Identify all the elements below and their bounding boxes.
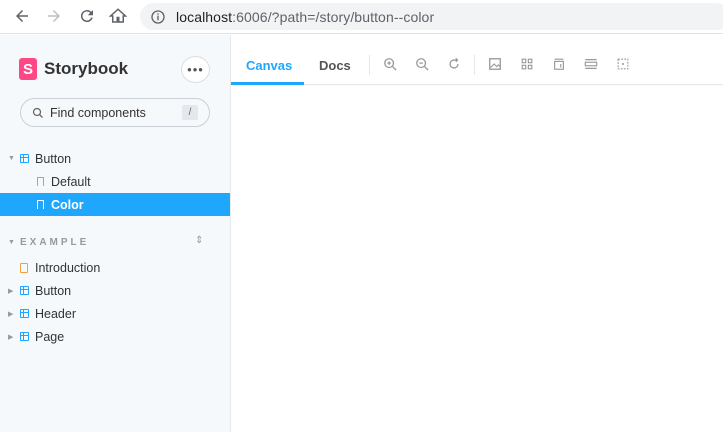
viewport-icon[interactable] — [552, 57, 566, 71]
zoom-in-icon[interactable] — [383, 57, 397, 71]
reload-icon[interactable] — [76, 5, 98, 27]
brand[interactable]: S Storybook — [19, 58, 128, 80]
brand-name: Storybook — [44, 59, 129, 78]
tree-item-introduction[interactable]: Introduction — [0, 256, 230, 279]
storybook-logo-icon: S — [19, 58, 37, 80]
tree-item-label: Header — [35, 306, 76, 321]
tree-item-default[interactable]: Default — [0, 170, 230, 193]
tree-item-page[interactable]: ▶ Page — [0, 325, 230, 348]
menu-button[interactable]: ••• — [181, 56, 210, 83]
background-icon[interactable] — [488, 57, 502, 71]
canvas-area[interactable] — [231, 86, 723, 432]
search-field[interactable]: Find components / — [20, 98, 210, 127]
search-icon — [32, 107, 43, 118]
section-caret-icon[interactable]: ▼ — [8, 239, 15, 246]
component-icon — [20, 154, 29, 163]
url-text: localhost:6006/?path=/story/button--colo… — [176, 9, 434, 25]
tree-item-header[interactable]: ▶ Header — [0, 302, 230, 325]
component-icon — [20, 309, 29, 318]
browser-toolbar: localhost:6006/?path=/story/button--colo… — [0, 0, 723, 34]
url-path: :6006/?path=/story/button--color — [232, 8, 435, 25]
home-icon[interactable] — [107, 5, 129, 27]
tree-item-label: Button — [35, 151, 72, 166]
tree-item-button[interactable]: ▼ Button — [0, 147, 230, 170]
caret-right-icon[interactable]: ▶ — [8, 287, 13, 295]
info-icon[interactable] — [150, 9, 166, 25]
main-panel: Canvas Docs — [230, 35, 723, 432]
url-host: localhost — [176, 8, 233, 25]
tree-item-label: Introduction — [35, 260, 101, 275]
tree-item-label: Default — [51, 174, 91, 189]
bookmark-icon — [37, 177, 44, 186]
tab-canvas[interactable]: Canvas — [246, 45, 292, 85]
measure-icon[interactable] — [584, 57, 598, 71]
tab-docs[interactable]: Docs — [319, 45, 351, 85]
tree-item-example-button[interactable]: ▶ Button — [0, 279, 230, 302]
tree-item-label: Color — [51, 197, 84, 212]
active-tab-indicator — [231, 82, 304, 85]
caret-right-icon[interactable]: ▶ — [8, 333, 13, 341]
tree-item-color[interactable]: Color — [0, 193, 230, 216]
section-title[interactable]: EXAMPLE — [20, 237, 89, 248]
toolbar-divider — [474, 55, 475, 75]
tree-item-label: Button — [35, 283, 72, 298]
zoom-reset-icon[interactable] — [447, 57, 461, 71]
tree-item-label: Page — [35, 329, 65, 344]
search-placeholder: Find components — [50, 105, 146, 120]
document-icon — [20, 262, 28, 273]
bookmark-icon — [37, 200, 44, 209]
search-shortcut: / — [182, 105, 198, 120]
component-icon — [20, 332, 29, 341]
caret-down-icon[interactable]: ▼ — [8, 155, 15, 162]
caret-right-icon[interactable]: ▶ — [8, 310, 13, 318]
forward-icon[interactable] — [43, 5, 65, 27]
toolbar-divider — [369, 55, 370, 75]
toolbar: Canvas Docs — [231, 45, 723, 85]
back-icon[interactable] — [11, 5, 33, 27]
zoom-out-icon[interactable] — [415, 57, 429, 71]
address-bar[interactable]: localhost:6006/?path=/story/button--colo… — [140, 3, 723, 30]
sidebar: S Storybook ••• Find components / ▼ Butt… — [0, 35, 230, 432]
outline-icon[interactable] — [616, 57, 630, 71]
component-icon — [20, 286, 29, 295]
expand-collapse-icon[interactable]: ⇕ — [195, 235, 203, 246]
grid-icon[interactable] — [520, 57, 534, 71]
